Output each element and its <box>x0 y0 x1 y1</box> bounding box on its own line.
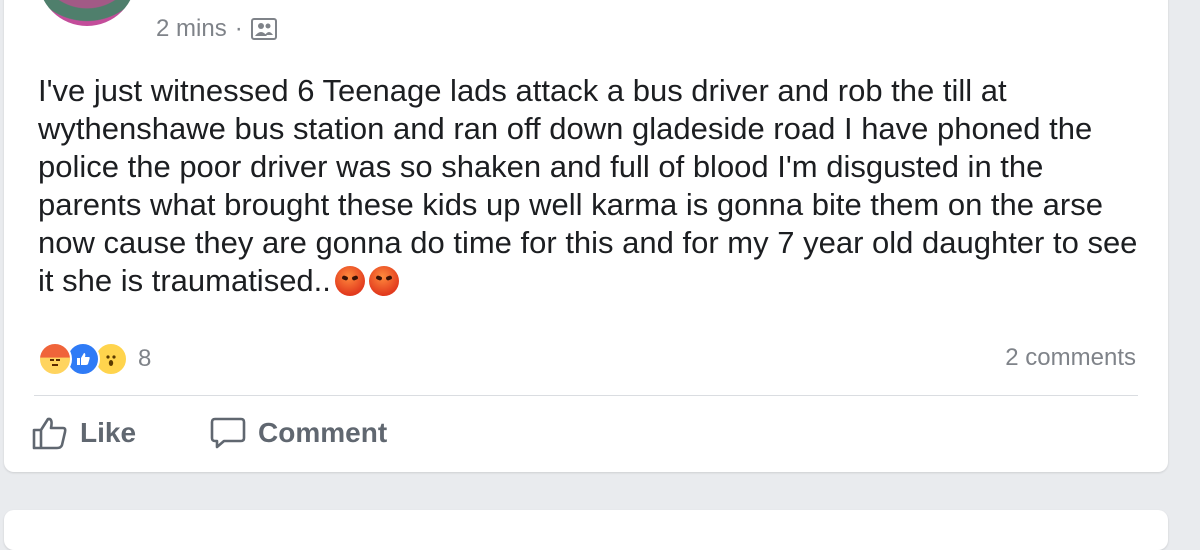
reaction-summary[interactable]: 8 <box>38 342 151 376</box>
friends-icon[interactable] <box>250 18 277 40</box>
like-label: Like <box>80 417 137 448</box>
action-divider <box>34 395 1138 396</box>
comment-label: Comment <box>258 417 388 448</box>
reaction-count: 8 <box>138 345 152 372</box>
meta-separator: · <box>234 15 243 42</box>
action-bar: Like Comment <box>32 416 461 450</box>
post-meta: 2 mins · <box>156 15 277 43</box>
angry-reaction-icon <box>38 342 72 376</box>
angry-face-emoji <box>368 266 399 296</box>
thumbs-up-icon <box>32 417 67 450</box>
comment-button[interactable]: Comment <box>210 416 387 450</box>
next-post-card <box>4 510 1168 550</box>
post-timestamp[interactable]: 2 mins <box>156 15 227 43</box>
post-card: 2 mins · I've just witnessed 6 Teenage l… <box>4 0 1168 472</box>
comments-count-link[interactable]: 2 comments <box>1005 344 1136 372</box>
post-text: I've just witnessed 6 Teenage lads attac… <box>38 73 1138 298</box>
angry-face-emoji <box>334 266 365 296</box>
post-body: I've just witnessed 6 Teenage lads attac… <box>38 72 1138 300</box>
comment-bubble-icon <box>210 417 246 449</box>
author-avatar[interactable] <box>38 0 136 26</box>
like-button[interactable]: Like <box>32 416 136 450</box>
